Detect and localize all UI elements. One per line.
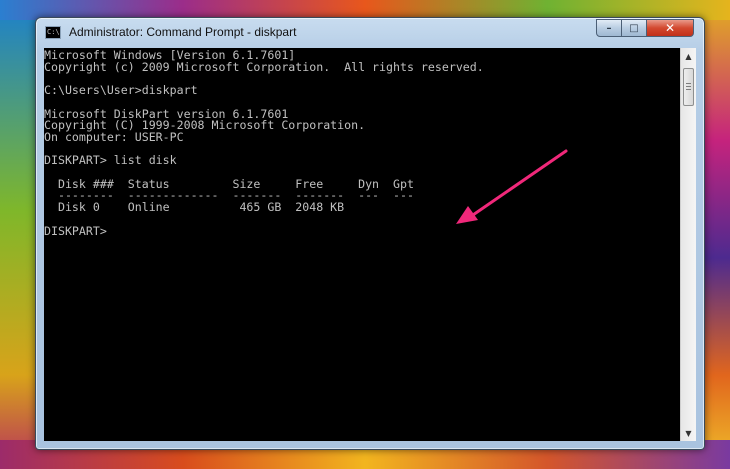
- console-output[interactable]: Microsoft Windows [Version 6.1.7601] Cop…: [44, 48, 680, 441]
- close-button[interactable]: ✕: [646, 19, 694, 37]
- scroll-down-icon[interactable]: ▼: [681, 425, 696, 441]
- title-bar[interactable]: C:\ Administrator: Command Prompt - disk…: [36, 18, 704, 47]
- scroll-thumb[interactable]: [683, 68, 694, 106]
- cmd-app-icon[interactable]: C:\: [45, 26, 61, 39]
- console-text: Microsoft Windows [Version 6.1.7601] Cop…: [44, 48, 484, 238]
- maximize-button[interactable]: □: [621, 19, 647, 37]
- scroll-up-icon[interactable]: ▲: [681, 48, 696, 64]
- vertical-scrollbar[interactable]: ▲ ▼: [680, 48, 696, 441]
- command-prompt-window[interactable]: C:\ Administrator: Command Prompt - disk…: [35, 17, 705, 450]
- minimize-button[interactable]: –: [596, 19, 622, 37]
- window-title: Administrator: Command Prompt - diskpart: [69, 25, 297, 39]
